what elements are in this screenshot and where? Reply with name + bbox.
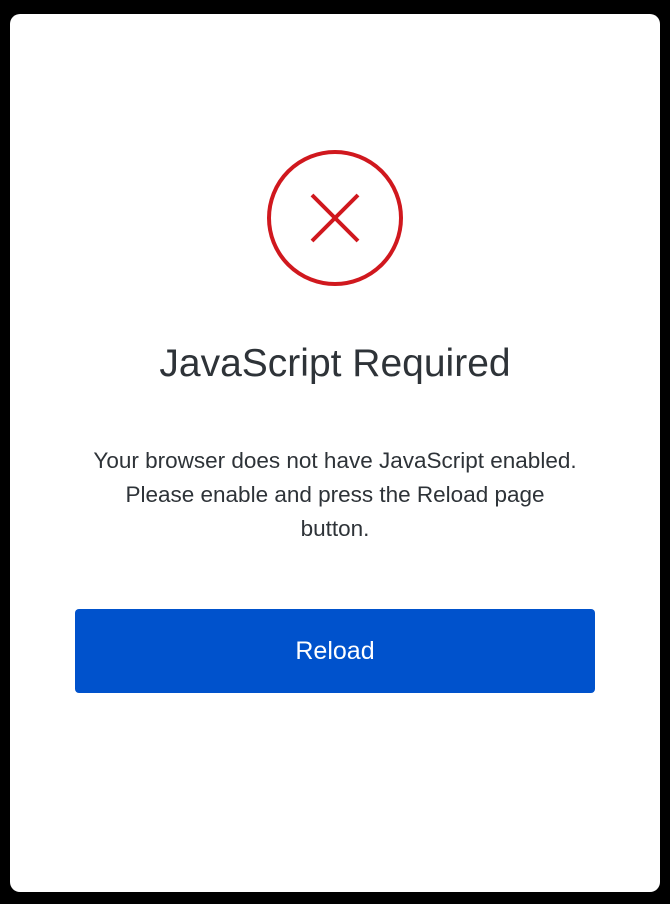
page-title: JavaScript Required	[159, 342, 511, 385]
error-card: JavaScript Required Your browser does no…	[10, 14, 660, 892]
reload-button[interactable]: Reload	[75, 609, 595, 693]
error-message: Your browser does not have JavaScript en…	[93, 448, 577, 541]
error-x-circle-icon	[266, 149, 404, 287]
